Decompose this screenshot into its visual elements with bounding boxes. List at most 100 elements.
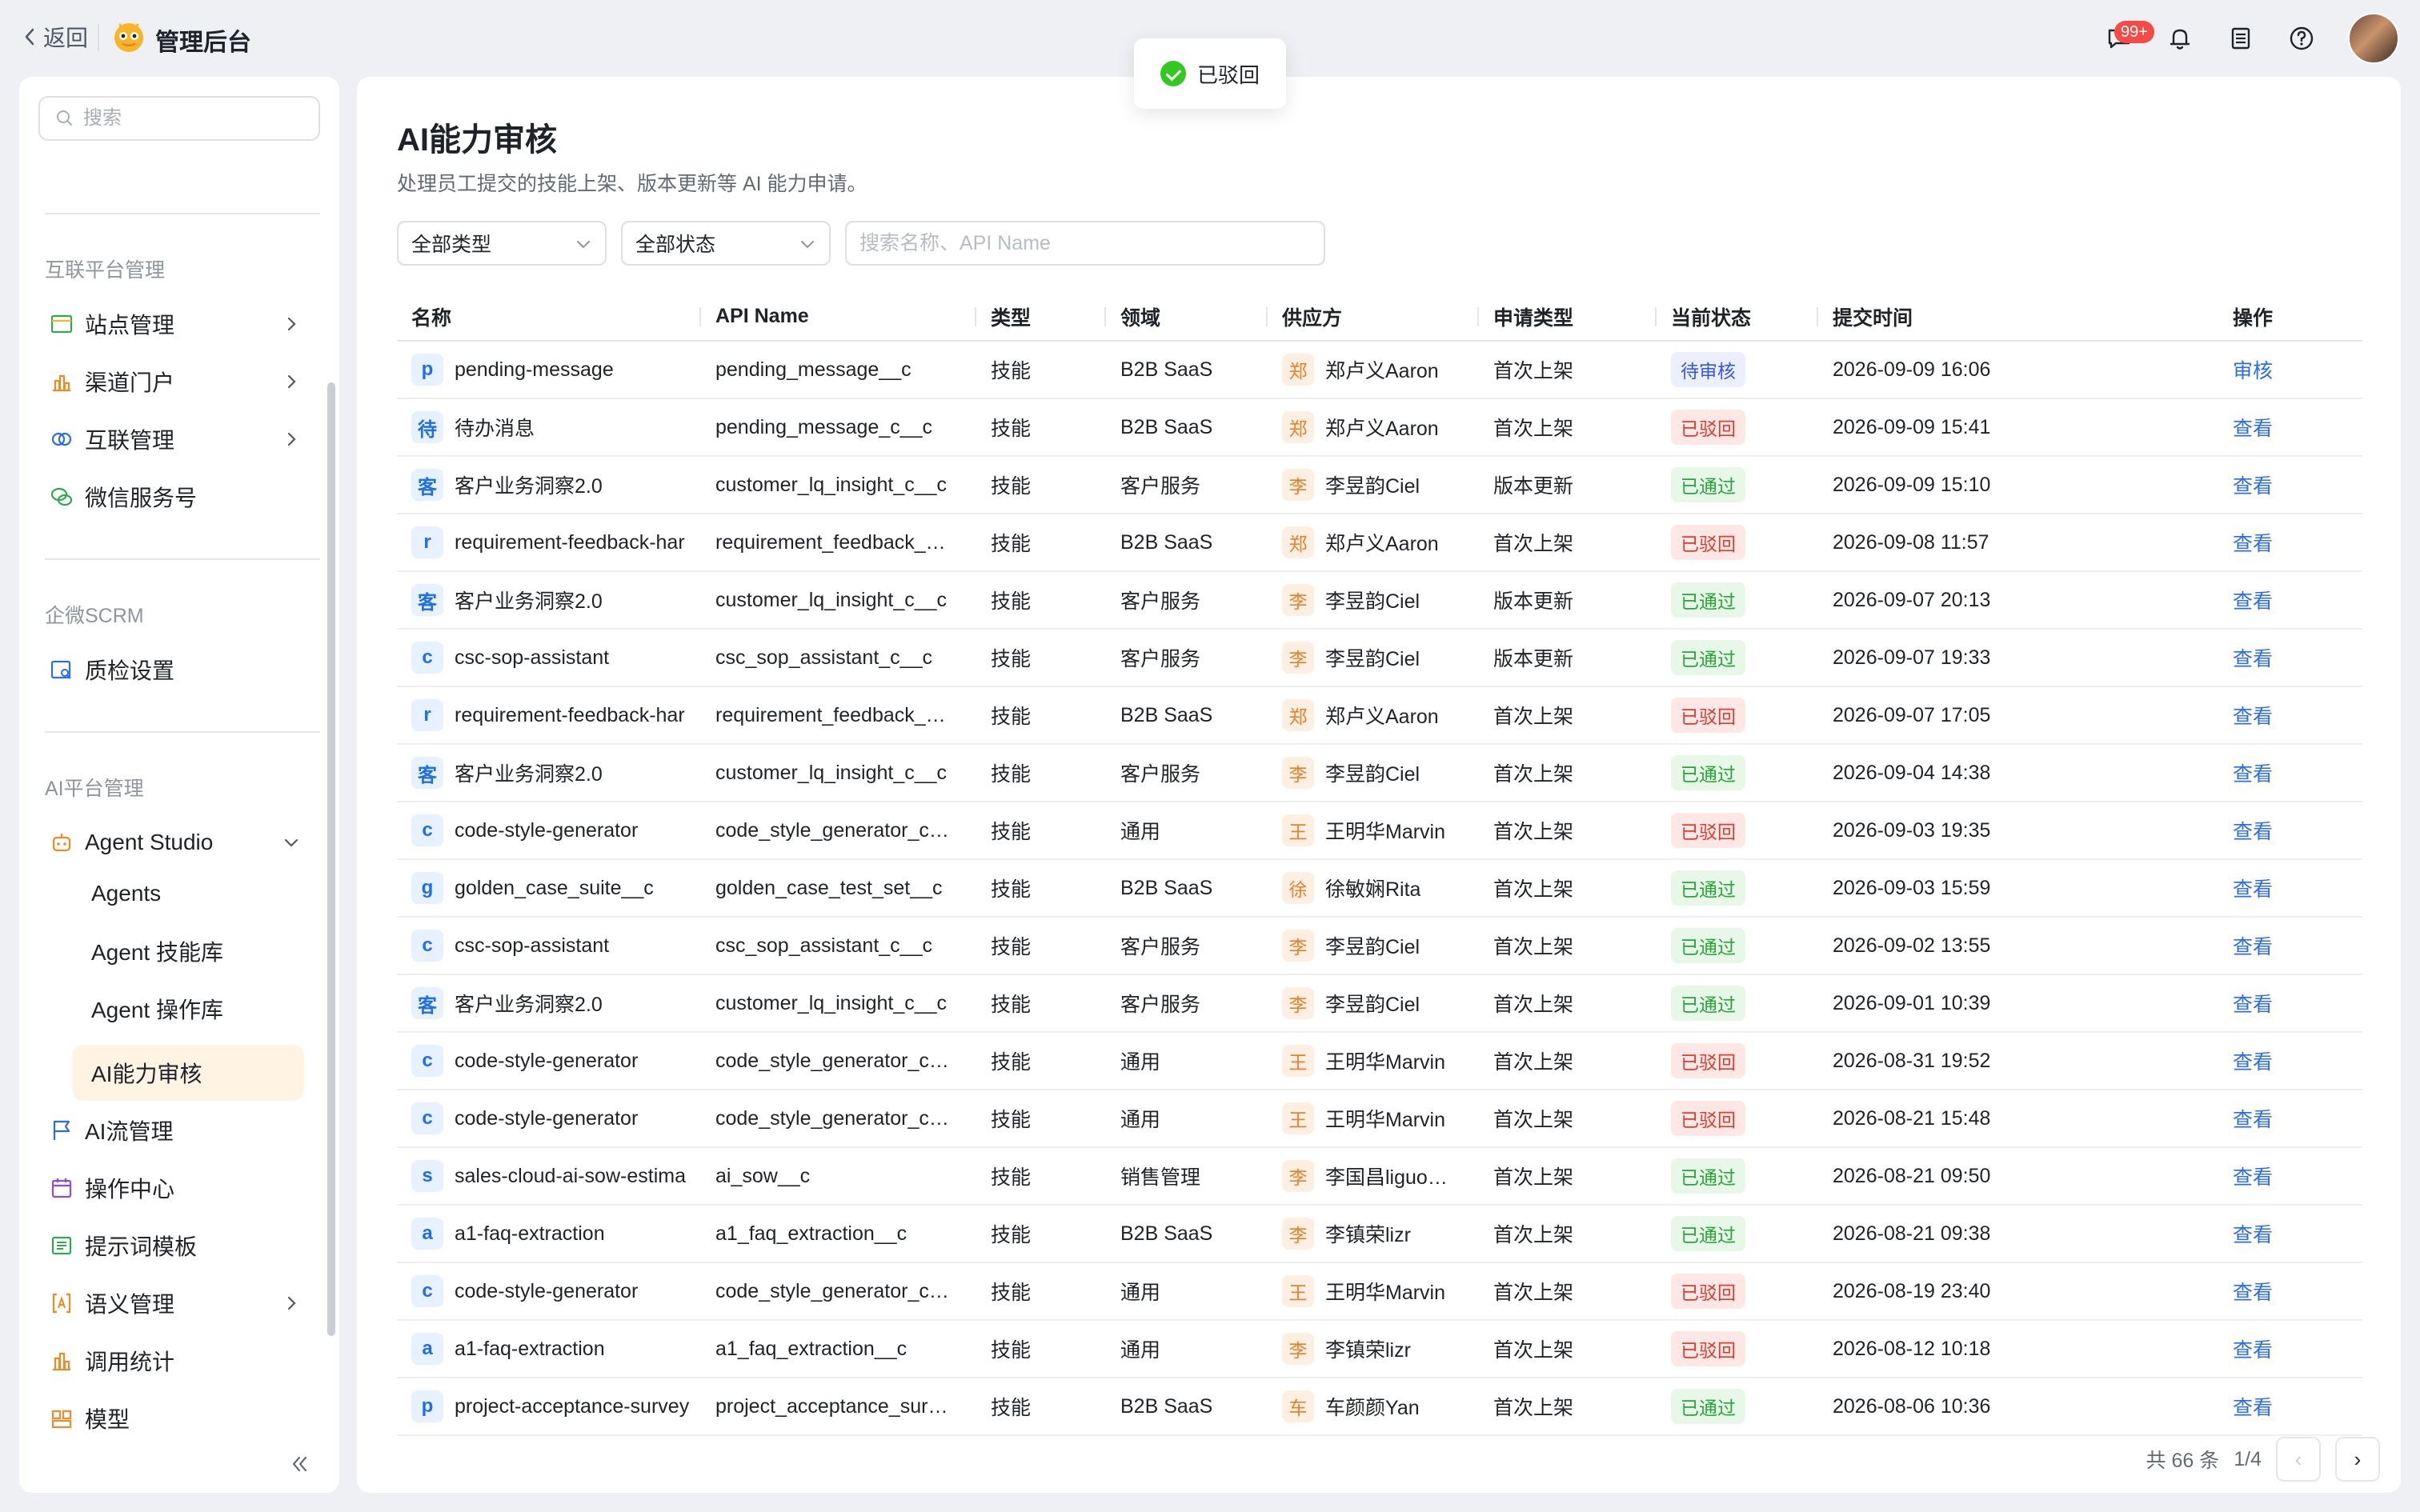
table-search-input[interactable] — [859, 231, 1308, 255]
provider-cell: 李李昱韵Ciel — [1268, 974, 1479, 1033]
review-link[interactable]: 审核 — [2233, 360, 2273, 382]
view-link[interactable]: 查看 — [2233, 1166, 2273, 1189]
provider-avatar: 郑 — [1282, 354, 1314, 386]
domain-cell: 客户服务 — [1106, 744, 1268, 802]
provider-wrapper: 徐徐敏娴Rita — [1282, 872, 1479, 904]
name-cell: a a1-faq-extraction — [397, 1320, 701, 1378]
sidebar-item-operation-center[interactable]: 操作中心 — [50, 1165, 325, 1211]
sidebar-subitem-agents[interactable]: Agents — [72, 866, 304, 922]
view-link[interactable]: 查看 — [2233, 706, 2273, 728]
column-header: 当前状态 — [1657, 293, 1818, 342]
sidebar-item-prompt-template[interactable]: 提示词模板 — [50, 1222, 325, 1269]
view-link[interactable]: 查看 — [2233, 648, 2273, 670]
provider-name: 王明华Marvin — [1325, 821, 1446, 843]
page-title: AI能力审核 — [397, 122, 557, 158]
view-link[interactable]: 查看 — [2233, 533, 2273, 555]
view-link[interactable]: 查看 — [2233, 1224, 2273, 1246]
type-cell: 技能 — [976, 514, 1106, 572]
prev-page-button[interactable]: ‹ — [2276, 1437, 2321, 1482]
action-cell: 查看 — [2218, 744, 2362, 802]
provider-cell: 王王明华Marvin — [1268, 802, 1479, 860]
item-name: code-style-generator — [455, 1106, 639, 1130]
sidebar-item-wechat[interactable]: 微信服务号 — [50, 474, 325, 520]
sidebar-item-site[interactable]: 站点管理 — [50, 301, 325, 347]
view-link[interactable]: 查看 — [2233, 1109, 2273, 1131]
api-name-cell: code_style_generator_c… — [701, 1032, 976, 1090]
sidebar-subitem-ai-review[interactable]: AI能力审核 — [72, 1045, 304, 1101]
sidebar-scrollbar[interactable] — [327, 382, 335, 1336]
view-link[interactable]: 查看 — [2233, 475, 2273, 498]
status-badge: 已驳回 — [1671, 525, 1745, 560]
back-button[interactable]: 返回 — [21, 21, 88, 53]
sidebar-item-agent-studio[interactable]: Agent Studio — [50, 819, 325, 866]
messages-button[interactable]: 99+ — [2105, 21, 2154, 53]
sidebar-subitem-operations[interactable]: Agent 操作库 — [72, 981, 304, 1037]
view-link[interactable]: 查看 — [2233, 418, 2273, 440]
status-filter-select[interactable]: 全部状态 — [621, 221, 831, 266]
status-cell: 已通过 — [1657, 629, 1818, 687]
next-page-button[interactable]: › — [2335, 1437, 2380, 1482]
sidebar-subitem-skills[interactable]: Agent 技能库 — [72, 923, 304, 979]
api-name-cell: a1_faq_extraction__c — [701, 1320, 976, 1378]
view-link[interactable]: 查看 — [2233, 1339, 2273, 1362]
sidebar-item-channel[interactable]: 渠道门户 — [50, 358, 325, 405]
type-filter-select[interactable]: 全部类型 — [397, 221, 607, 266]
apply-type-cell: 首次上架 — [1479, 514, 1657, 572]
sidebar-item-ai-flow[interactable]: AI流管理 — [50, 1107, 325, 1154]
provider-name: 徐敏娴Rita — [1325, 878, 1421, 901]
table-search-field[interactable] — [845, 221, 1325, 266]
view-link[interactable]: 查看 — [2233, 821, 2273, 843]
action-cell: 审核 — [2218, 341, 2362, 399]
collapse-sidebar-icon[interactable] — [285, 1450, 314, 1478]
api-name-cell: requirement_feedback_… — [701, 514, 976, 572]
view-link[interactable]: 查看 — [2233, 994, 2273, 1016]
table-row: p pending-message pending_message__c 技能 B2B … — [397, 341, 2362, 399]
sidebar-item-inspection[interactable]: 质检设置 — [50, 646, 325, 693]
api-name-cell: csc_sop_assistant_c__c — [701, 917, 976, 975]
name-wrapper: c code-style-generator — [411, 814, 701, 846]
notifications-button[interactable] — [2166, 24, 2194, 53]
name-wrapper: r requirement-feedback-har — [411, 699, 701, 731]
view-link[interactable]: 查看 — [2233, 1397, 2273, 1419]
view-link[interactable]: 查看 — [2233, 936, 2273, 958]
sidebar-search-input[interactable] — [83, 107, 307, 130]
name-initial-badge: g — [411, 872, 443, 904]
table-row: 客客户业务洞察2.0 customer_lq_insight_c__c 技能 客户服务… — [397, 571, 2362, 630]
status-cell: 已通过 — [1657, 974, 1818, 1033]
item-name: 客户业务洞察2.0 — [455, 994, 603, 1016]
sidebar-item-semantic[interactable]: 语义管理 — [50, 1280, 325, 1326]
column-header-label: API Name — [715, 305, 809, 327]
sidebar-item-model[interactable]: 模型 — [50, 1395, 325, 1442]
sidebar-item-call-stats[interactable]: 调用统计 — [50, 1338, 325, 1384]
name-initial-badge: p — [411, 354, 443, 386]
sidebar-item-label: 微信服务号 — [85, 486, 198, 510]
status-badge: 已驳回 — [1671, 1331, 1745, 1366]
apply-type-cell: 首次上架 — [1479, 1262, 1657, 1321]
name-cell: 客客户业务洞察2.0 — [397, 571, 701, 630]
sidebar-search[interactable] — [38, 96, 320, 141]
submit-time-cell: 2026-09-09 15:41 — [1818, 398, 2218, 457]
status-cell: 已驳回 — [1657, 1032, 1818, 1090]
view-link[interactable]: 查看 — [2233, 878, 2273, 901]
status-badge: 已通过 — [1671, 986, 1745, 1021]
sidebar-item-interconnect[interactable]: 互联管理 — [50, 416, 325, 462]
view-link[interactable]: 查看 — [2233, 1051, 2273, 1074]
provider-avatar: 王 — [1282, 1275, 1314, 1307]
table-row: g golden_case_suite__c golden_case_test_se… — [397, 859, 2362, 918]
type-filter-value: 全部类型 — [411, 234, 492, 256]
column-header: 供应方 — [1268, 293, 1479, 342]
status-badge: 已驳回 — [1671, 1043, 1745, 1078]
app-logo-icon — [114, 23, 143, 52]
item-name: project-acceptance-survey — [455, 1394, 690, 1418]
view-link[interactable]: 查看 — [2233, 763, 2273, 786]
submit-time-cell: 2026-09-03 19:35 — [1818, 802, 2218, 860]
tasks-button[interactable] — [2226, 24, 2255, 53]
submit-time-cell: 2026-09-09 16:06 — [1818, 341, 2218, 399]
view-link[interactable]: 查看 — [2233, 590, 2273, 613]
user-avatar[interactable] — [2348, 13, 2399, 64]
provider-wrapper: 李李昱韵Ciel — [1282, 987, 1479, 1019]
provider-wrapper: 李李昱韵Ciel — [1282, 584, 1479, 616]
table-row: p project-acceptance-survey project_accept… — [397, 1378, 2362, 1436]
help-button[interactable] — [2287, 24, 2316, 53]
view-link[interactable]: 查看 — [2233, 1282, 2273, 1304]
